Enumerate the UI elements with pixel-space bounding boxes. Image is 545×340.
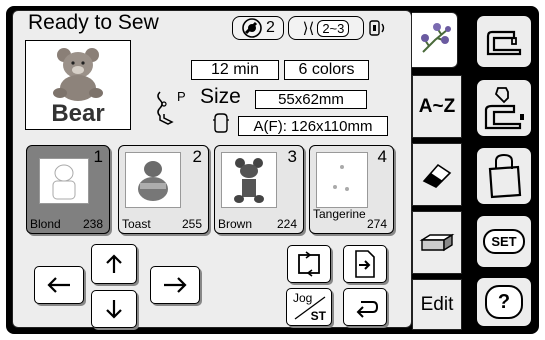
tab-embroidery[interactable] (412, 12, 458, 68)
needle-status[interactable]: 2 (232, 16, 284, 40)
tab-a-z-label: A~Z (418, 95, 456, 117)
st-label: ST (310, 309, 326, 323)
hoop-indicator (212, 112, 230, 134)
pocket-memory-button[interactable] (475, 146, 533, 206)
embroidery-flower-icon (420, 23, 451, 53)
move-right-button[interactable] (150, 266, 200, 304)
return-arrow-icon (356, 301, 379, 318)
embroidery-machine-icon (484, 87, 524, 130)
sewing-machine-icon (486, 30, 522, 55)
set-button[interactable]: SET (475, 214, 533, 269)
thread-code: 255 (181, 217, 202, 231)
hoop-icon (213, 113, 229, 133)
thread-card-1[interactable]: 1 Blond 238 (26, 145, 110, 234)
thread-card-3[interactable]: 3 Brown 224 (214, 145, 304, 234)
thread-name: Brown (218, 217, 253, 231)
move-down-button[interactable] (91, 290, 137, 328)
tab-edit[interactable]: Edit (412, 279, 462, 330)
color-count: 6 colors (284, 60, 369, 80)
needle-position-icon (242, 18, 262, 38)
tab-edit-label: Edit (420, 293, 454, 315)
help-label: ? (485, 285, 523, 319)
jog-stitch-button[interactable]: Jog ST (286, 288, 332, 326)
size-label: Size (200, 85, 241, 108)
bear-image (53, 48, 103, 101)
arrow-down-icon (106, 300, 122, 319)
thread-index: 4 (377, 147, 387, 166)
thread-name: Tangerine (313, 207, 366, 221)
thread-card-4[interactable]: 4 Tangerine 274 (309, 145, 394, 234)
thread-code: 274 (366, 217, 387, 231)
thread-thumbnail (316, 152, 368, 208)
trial-trace-button[interactable] (287, 245, 331, 283)
tab-a-z[interactable]: A~Z (412, 75, 462, 138)
thread-thumbnail (39, 158, 89, 204)
speaker-icon (369, 20, 385, 36)
hoop-size: A(F): 126x110mm (238, 116, 388, 136)
design-preview: Bear (25, 40, 131, 130)
thread-code: 224 (276, 217, 297, 231)
help-button[interactable]: ? (475, 276, 533, 328)
start-point-button[interactable] (343, 245, 387, 283)
move-left-button[interactable] (34, 266, 84, 304)
bag-icon (488, 153, 522, 199)
thread-index: 2 (192, 147, 202, 166)
arrow-left-icon (47, 277, 70, 293)
sewing-time: 12 min (191, 60, 279, 80)
design-size: 55x62mm (255, 90, 367, 109)
fabric-block-icon (419, 233, 455, 251)
document-arrow-icon (355, 250, 375, 278)
trace-rotate-icon (298, 251, 320, 277)
needle-count: 2 (266, 19, 275, 36)
tab-fabric[interactable] (412, 211, 462, 274)
thread-index: 1 (93, 147, 103, 166)
move-up-button[interactable] (91, 244, 137, 284)
arrow-up-icon (106, 254, 122, 273)
thread-code: 238 (82, 217, 103, 231)
thread-thumbnail (221, 152, 277, 208)
thread-thumbnail (125, 152, 181, 208)
embroidery-mode-button[interactable] (475, 78, 533, 138)
presser-foot-label: P (177, 89, 186, 104)
sound-button[interactable] (367, 16, 389, 40)
eraser-icon (422, 163, 452, 188)
thread-tension-status[interactable]: ⟩⟨ 2~3 (288, 16, 364, 40)
thread-index: 3 (287, 147, 297, 166)
screen-title: Ready to Sew (28, 11, 159, 34)
set-label: SET (483, 229, 525, 254)
tab-eraser[interactable] (412, 143, 462, 206)
arrow-right-icon (164, 277, 187, 293)
thread-range: 2~3 (317, 19, 350, 37)
thread-name: Blond (30, 217, 61, 231)
design-name: Bear (51, 100, 105, 127)
sewing-mode-button[interactable] (475, 14, 533, 69)
presser-foot-icon (157, 91, 174, 125)
presser-foot-indicator: P (150, 88, 190, 126)
thread-card-2[interactable]: 2 Toast 255 (118, 145, 209, 234)
return-button[interactable] (343, 288, 387, 326)
bobbin-icon: ⟩⟨ (302, 20, 315, 37)
thread-name: Toast (122, 217, 151, 231)
